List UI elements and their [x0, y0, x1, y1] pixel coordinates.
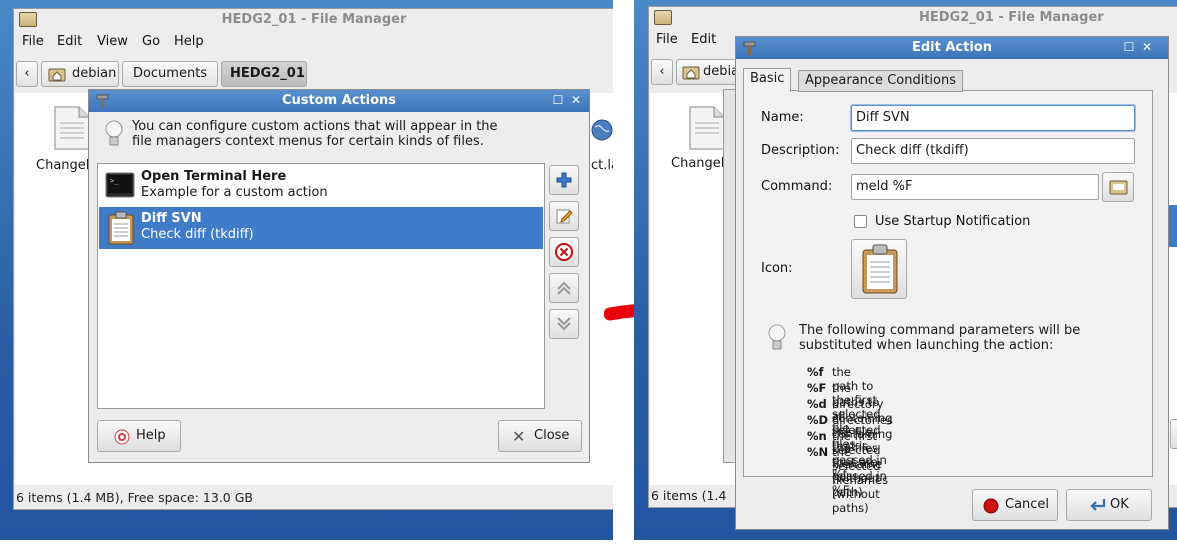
action-name: Diff SVN — [141, 211, 202, 226]
param-code: %d — [807, 397, 827, 411]
icon-label: Icon: — [761, 261, 793, 276]
plus-icon — [556, 172, 572, 188]
info-line-1: You can configure custom actions that wi… — [132, 119, 498, 134]
window-title: HEDG2_01 - File Manager — [221, 12, 407, 27]
browse-button[interactable] — [1102, 172, 1134, 202]
right-screenshot: HEDG2_01 - File Manager File Edit ‹ debi… — [634, 0, 1177, 540]
delete-icon — [555, 243, 573, 261]
edit-icon — [556, 209, 573, 224]
maximize-icon[interactable]: ☐ — [1122, 40, 1136, 54]
menu-file[interactable]: File — [22, 34, 44, 49]
chevron-left-icon: ‹ — [659, 64, 665, 79]
arrow-up-icon — [557, 281, 571, 295]
file-label[interactable]: ChangeL — [36, 158, 93, 173]
lightbulb-icon — [105, 120, 123, 146]
param-info-line-1: The following command parameters will be — [799, 323, 1081, 338]
terminal-icon: >_ — [105, 172, 135, 198]
path-debian[interactable]: debian — [41, 61, 119, 87]
folder-icon — [19, 12, 37, 27]
custom-actions-dialog: Custom Actions ☐ ✕ You can configure cus… — [88, 89, 590, 463]
clipboard-icon — [108, 211, 134, 245]
window-title: HEDG2_01 - File Manager — [919, 10, 1104, 25]
add-action-button[interactable] — [549, 165, 579, 195]
description-field[interactable]: Check diff (tkdiff) — [851, 138, 1135, 164]
icon-button[interactable] — [851, 239, 907, 299]
partial-button[interactable]: C — [1170, 419, 1177, 449]
param-code: %n — [807, 429, 827, 443]
menu-help[interactable]: Help — [174, 34, 204, 49]
ok-button[interactable]: OK — [1066, 489, 1152, 521]
help-button[interactable]: Help — [97, 420, 181, 452]
menu-file[interactable]: File — [656, 32, 678, 47]
param-code: %f — [807, 365, 824, 379]
tab-basic[interactable]: Basic — [743, 68, 792, 92]
action-row[interactable]: >_ Open Terminal Here Example for a cust… — [99, 165, 543, 207]
maximize-icon[interactable]: ☐ — [551, 93, 565, 107]
path-documents[interactable]: Documents — [122, 61, 218, 87]
cancel-button[interactable]: Cancel — [972, 489, 1058, 521]
menu-go[interactable]: Go — [142, 34, 160, 49]
close-icon[interactable]: ✕ — [1140, 40, 1154, 54]
move-up-button[interactable] — [549, 273, 579, 303]
param-desc: the selected filenames (without paths) — [832, 445, 889, 515]
back-button[interactable]: ‹ — [651, 59, 673, 85]
action-row-selected[interactable]: Diff SVN Check diff (tkdiff) — [99, 207, 543, 249]
dialog-title: Custom Actions — [89, 90, 589, 112]
menu-edit[interactable]: Edit — [57, 34, 82, 49]
info-line-2: file managers context menus for certain … — [132, 134, 484, 149]
home-folder-icon — [48, 68, 66, 82]
cancel-icon — [983, 498, 999, 514]
file-label[interactable]: ChangeL — [671, 156, 728, 171]
name-label: Name: — [761, 110, 804, 125]
enter-arrow-icon — [1090, 499, 1106, 511]
path-hedg2-01[interactable]: HEDG2_01 — [221, 61, 307, 87]
document-file-icon — [54, 106, 90, 150]
delete-action-button[interactable] — [549, 237, 579, 267]
status-bar: 6 items (1.4 MB), Free space: 13.0 GB — [16, 490, 253, 505]
globe-icon — [591, 119, 613, 141]
action-name: Open Terminal Here — [141, 169, 287, 184]
tab-appearance-conditions[interactable]: Appearance Conditions — [798, 70, 963, 92]
move-down-button[interactable] — [549, 309, 579, 339]
back-button[interactable]: ‹ — [16, 61, 38, 87]
param-code: %F — [807, 381, 827, 395]
action-description: Example for a custom action — [141, 185, 328, 200]
dialog-title: Edit Action — [736, 37, 1168, 59]
actions-list[interactable]: >_ Open Terminal Here Example for a cust… — [97, 163, 545, 409]
chevron-left-icon: ‹ — [24, 66, 30, 81]
param-code: %D — [807, 413, 829, 427]
startup-checkbox[interactable] — [854, 215, 867, 228]
folder-icon — [654, 10, 672, 25]
help-icon — [114, 429, 130, 445]
arrow-down-icon — [557, 317, 571, 331]
menu-bar: File Edit View Go Help — [14, 33, 613, 53]
close-x-icon: ✕ — [512, 427, 526, 446]
close-icon[interactable]: ✕ — [569, 93, 583, 107]
close-button[interactable]: ✕ Close — [498, 420, 582, 452]
svg-text:>_: >_ — [110, 177, 119, 185]
menu-view[interactable]: View — [97, 34, 128, 49]
document-file-icon — [689, 106, 725, 150]
home-folder-icon — [682, 66, 700, 80]
clipboard-icon — [862, 244, 898, 294]
param-code: %N — [807, 445, 829, 459]
action-description: Check diff (tkdiff) — [141, 227, 254, 242]
command-field[interactable]: meld %F — [851, 174, 1099, 200]
edit-action-button[interactable] — [549, 201, 579, 231]
lightbulb-icon — [768, 324, 786, 350]
folder-open-icon — [1109, 180, 1128, 195]
file-label[interactable]: ct.la — [591, 158, 613, 173]
menu-edit[interactable]: Edit — [691, 32, 716, 47]
left-screenshot: HEDG2_01 - File Manager File Edit View G… — [0, 0, 613, 540]
hammer-icon — [743, 41, 756, 55]
hammer-icon — [96, 94, 109, 108]
startup-label[interactable]: Use Startup Notification — [875, 214, 1030, 229]
name-field[interactable]: Diff SVN — [851, 105, 1135, 131]
command-label: Command: — [761, 179, 833, 194]
edit-action-dialog: Edit Action ☐ ✕ Basic Appearance Conditi… — [735, 36, 1169, 530]
param-info-line-2: substituted when launching the action: — [799, 338, 1054, 353]
description-label: Description: — [761, 143, 840, 158]
